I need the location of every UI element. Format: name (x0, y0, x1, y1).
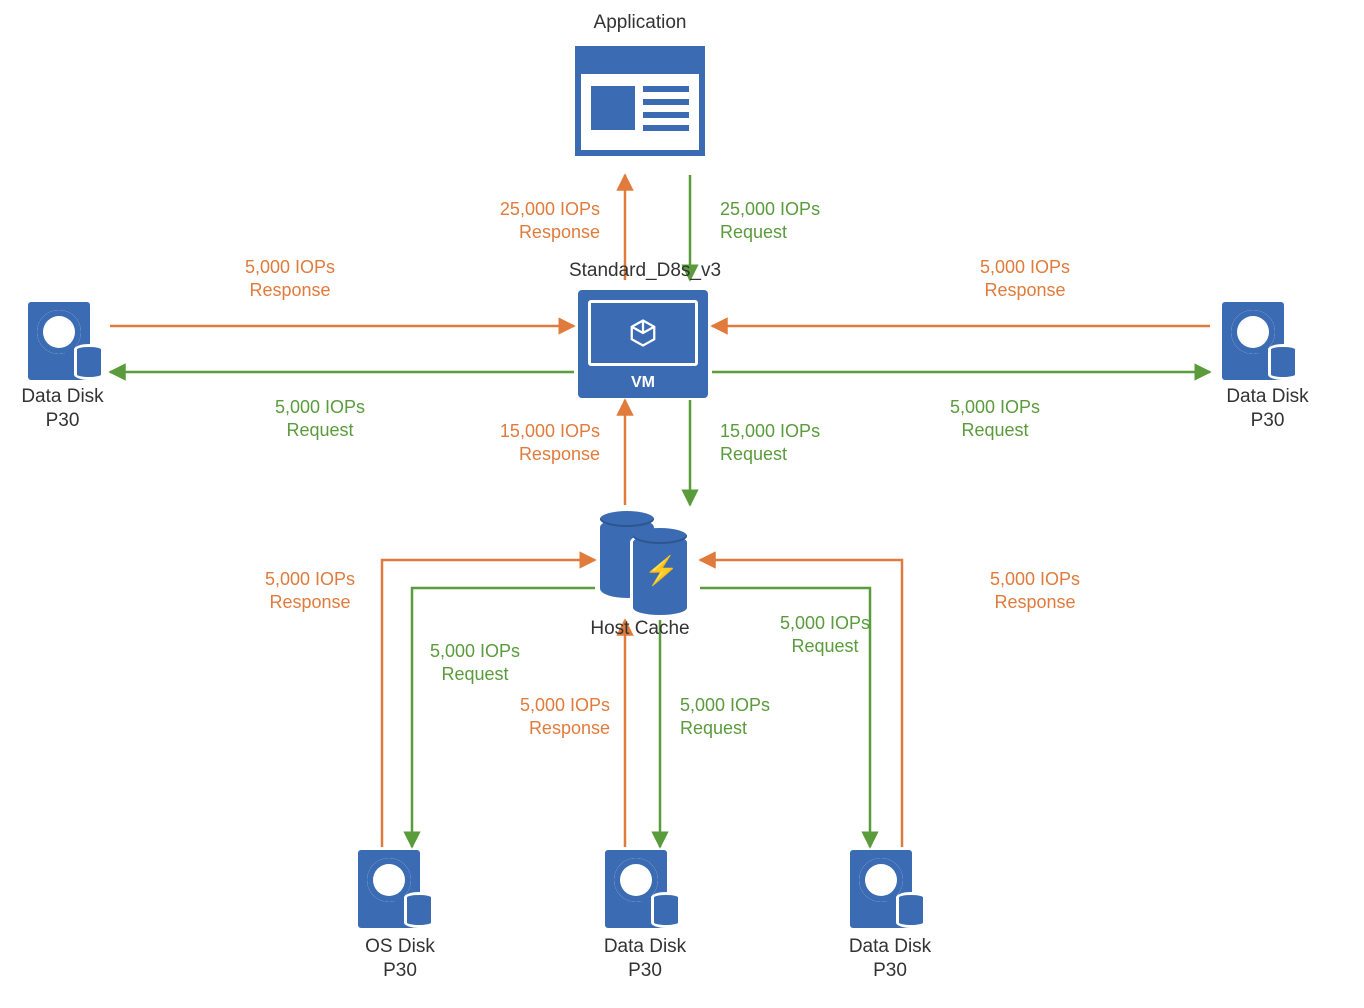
hc-mid-req: 5,000 IOPs Request (680, 694, 830, 739)
os-disk-label2: P30 (320, 960, 480, 982)
bottom-data1-label2: P30 (565, 960, 725, 982)
right-request-label: 5,000 IOPs Request (905, 396, 1085, 441)
bottom-data1-icon (605, 850, 681, 928)
vm-icon: VM (578, 290, 708, 398)
os-disk-label1: OS Disk (320, 936, 480, 958)
left-disk-icon (28, 302, 104, 380)
right-disk-label2: P30 (1200, 410, 1335, 432)
cache-request-label: 15,000 IOPs Request (720, 420, 870, 465)
application-label: Application (540, 12, 740, 34)
left-response-label: 5,000 IOPs Response (200, 256, 380, 301)
app-request-label: 25,000 IOPs Request (720, 198, 870, 243)
app-response-label: 25,000 IOPs Response (450, 198, 600, 243)
cache-response-label: 15,000 IOPs Response (450, 420, 600, 465)
left-disk-label2: P30 (0, 410, 125, 432)
host-cache-label: Host Cache (540, 618, 740, 640)
right-response-label: 5,000 IOPs Response (935, 256, 1115, 301)
bottom-data1-label1: Data Disk (565, 936, 725, 958)
right-disk-label1: Data Disk (1200, 386, 1335, 408)
hc-right-resp: 5,000 IOPs Response (960, 568, 1110, 613)
application-icon (575, 46, 705, 156)
left-disk-label1: Data Disk (0, 386, 125, 408)
left-request-label: 5,000 IOPs Request (230, 396, 410, 441)
hc-right-req: 5,000 IOPs Request (750, 612, 900, 657)
hc-mid-resp: 5,000 IOPs Response (460, 694, 610, 739)
hc-left-resp: 5,000 IOPs Response (235, 568, 385, 613)
right-disk-icon (1222, 302, 1298, 380)
vm-top-label: Standard_D8s_v3 (520, 260, 770, 282)
vm-inside-label: VM (578, 374, 708, 392)
bottom-data2-label1: Data Disk (810, 936, 970, 958)
os-disk-icon (358, 850, 434, 928)
host-cache-icon: ⚡ (600, 510, 700, 610)
bottom-data2-icon (850, 850, 926, 928)
lightning-icon: ⚡ (644, 554, 679, 587)
hc-left-req: 5,000 IOPs Request (400, 640, 550, 685)
bottom-data2-label2: P30 (810, 960, 970, 982)
